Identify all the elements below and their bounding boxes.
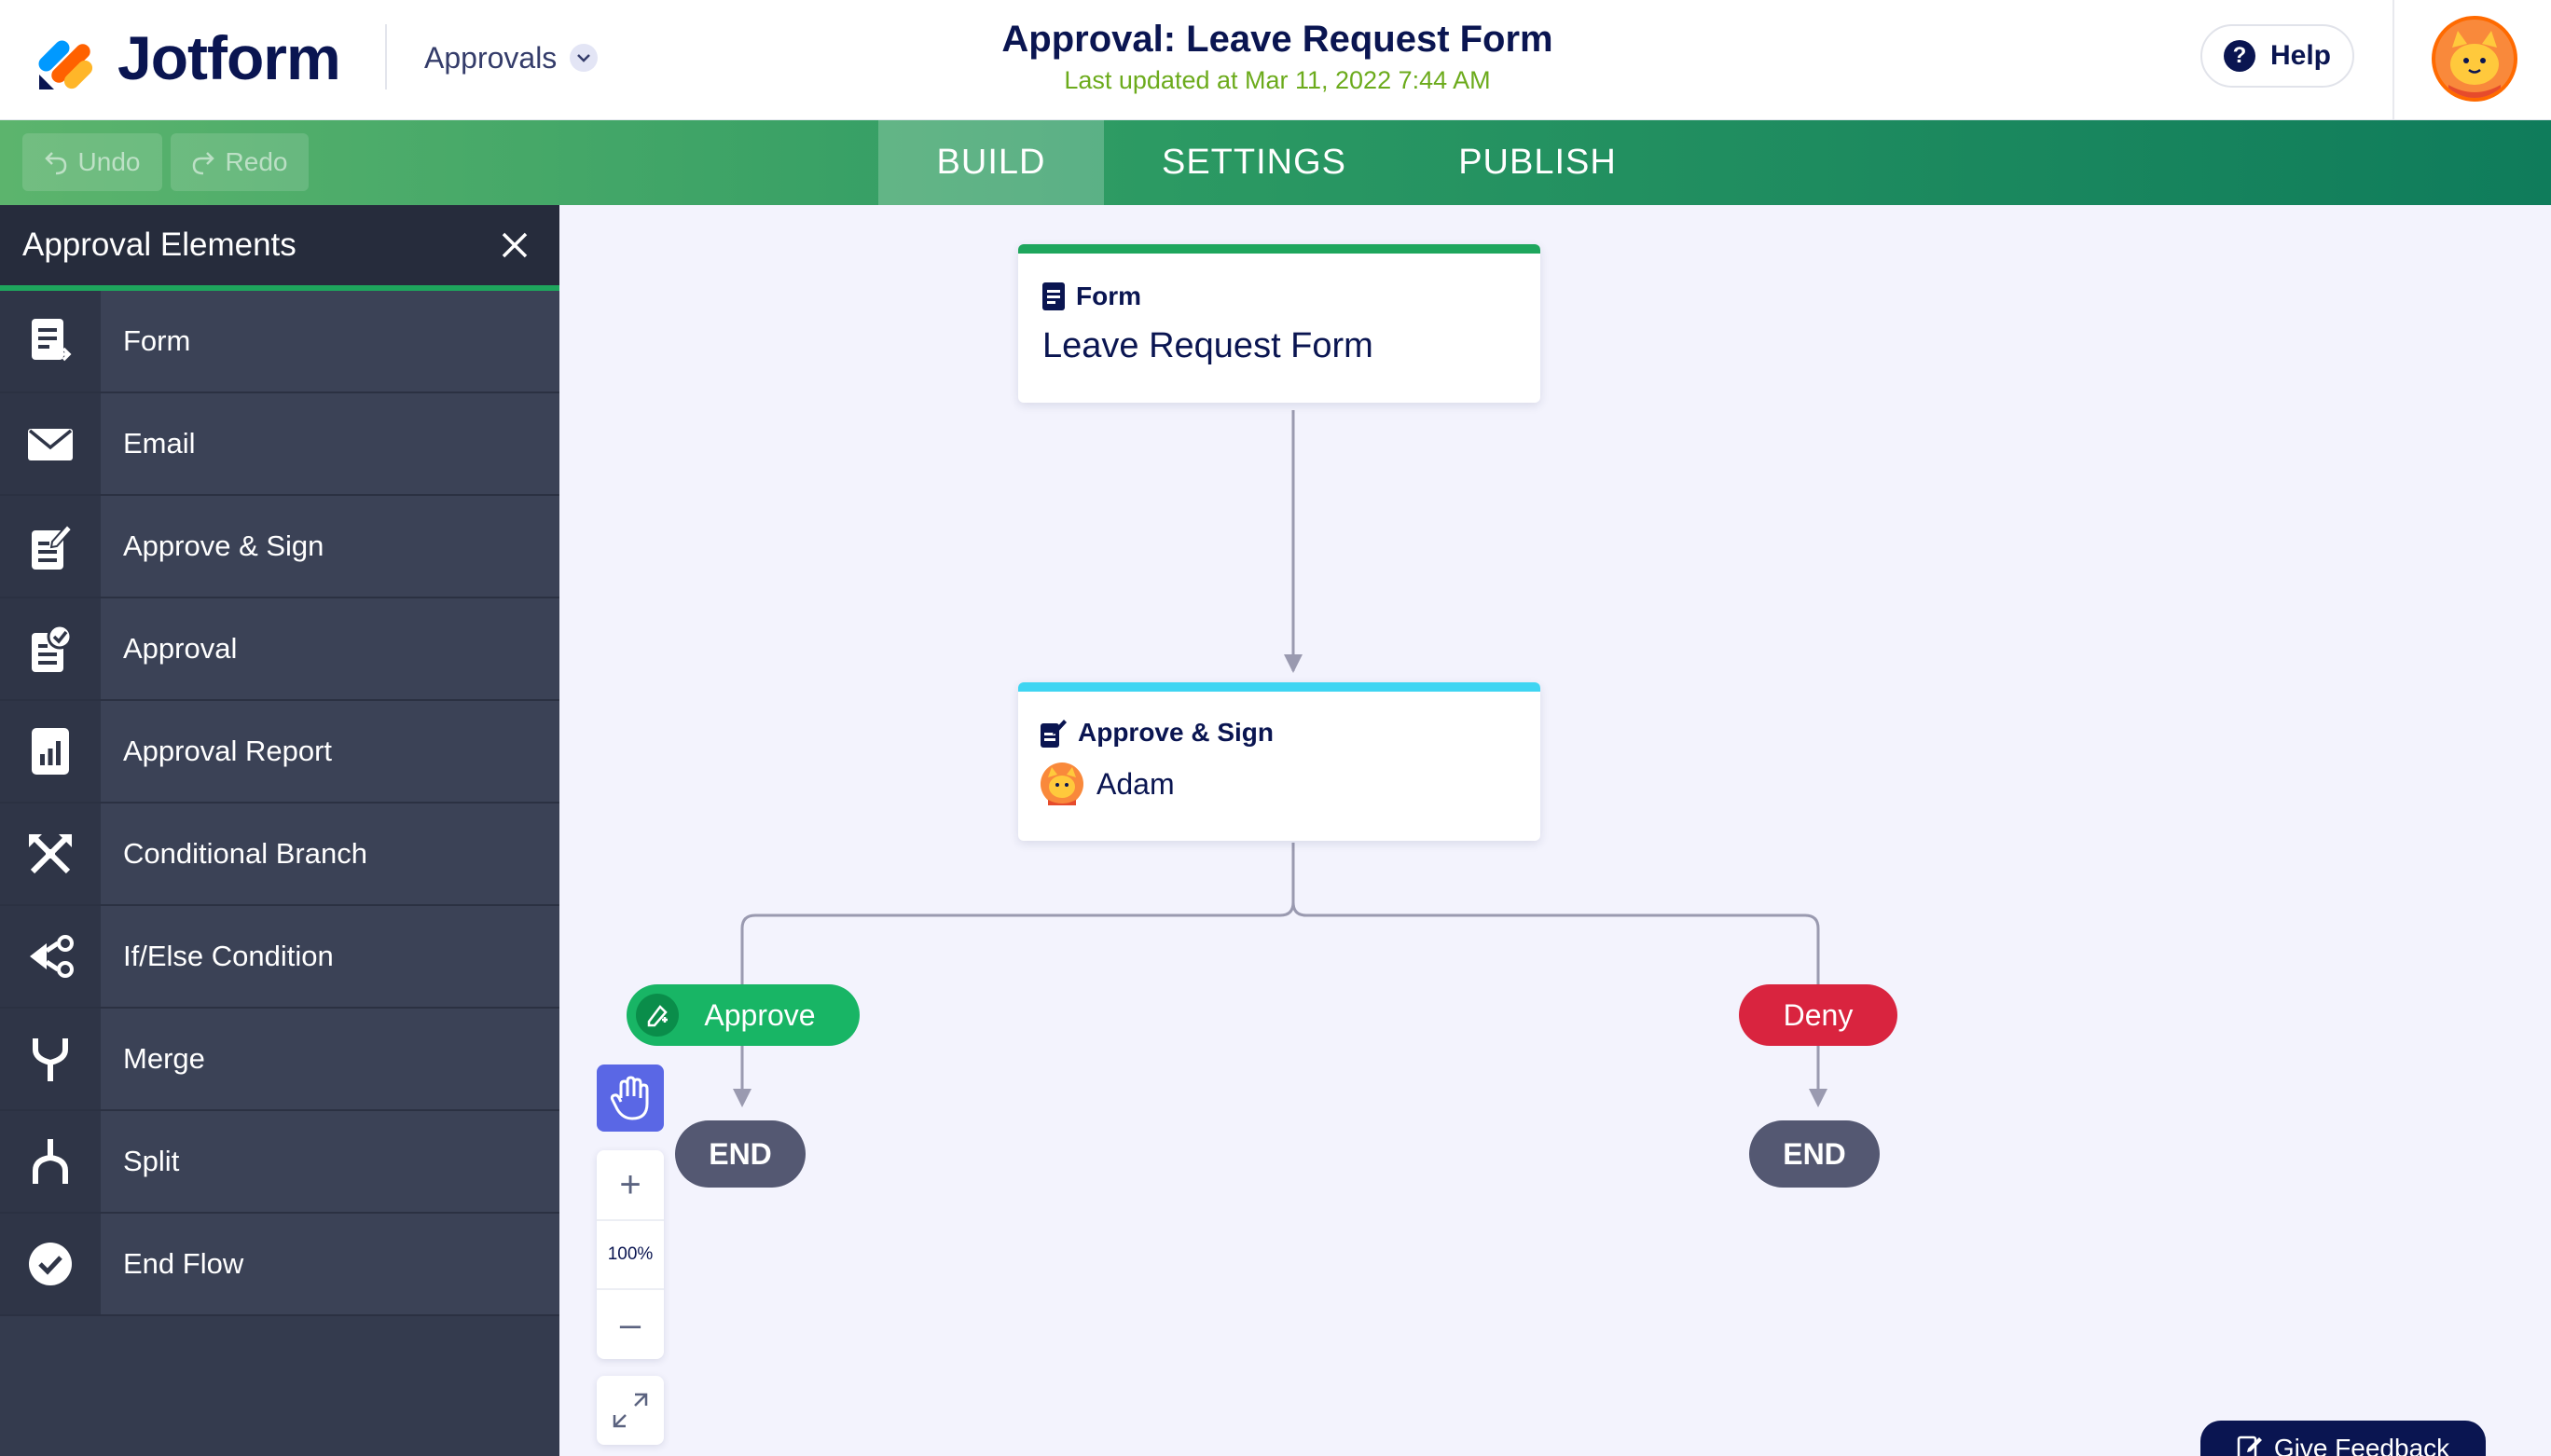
approval-elements-panel: Approval Elements Form Email Approve & S… — [0, 205, 559, 1456]
header-divider-right — [2392, 0, 2394, 119]
jotform-logo-icon[interactable] — [34, 26, 101, 93]
fit-to-screen-button[interactable] — [597, 1376, 664, 1445]
tab-build[interactable]: BUILD — [878, 120, 1104, 205]
if-else-icon — [0, 906, 101, 1007]
expand-icon — [613, 1393, 648, 1428]
flow-connectors — [733, 410, 1827, 1107]
approve-sign-node-header: Approve & Sign — [1018, 692, 1540, 748]
page-title[interactable]: Approval: Leave Request Form — [839, 15, 1716, 63]
question-mark-icon: ? — [2223, 40, 2255, 72]
sidebar-item-approval[interactable]: Approval — [0, 598, 559, 701]
approve-branch-text: Approve — [704, 997, 816, 1032]
pan-hand-button[interactable] — [597, 1065, 664, 1132]
last-updated-text: Last updated at Mar 11, 2022 7:44 AM — [1064, 66, 1491, 94]
sidebar-item-label: Approval Report — [101, 701, 559, 802]
split-icon — [0, 1111, 101, 1212]
sidebar-item-label: Merge — [101, 1009, 559, 1109]
chevron-down-icon — [570, 44, 599, 72]
sidebar-item-form[interactable]: Form — [0, 291, 559, 393]
deny-branch-label[interactable]: Deny — [1739, 984, 1897, 1046]
assignee-row: Adam — [1018, 748, 1540, 805]
help-button-label: Help — [2269, 40, 2331, 71]
approve-branch-label[interactable]: Approve — [627, 984, 860, 1046]
sidebar-item-approve-sign[interactable]: Approve & Sign — [0, 496, 559, 598]
sidebar-item-end-flow[interactable]: End Flow — [0, 1214, 559, 1316]
approve-sign-icon — [0, 496, 101, 597]
undo-icon — [44, 152, 66, 175]
sidebar-item-approval-report[interactable]: Approval Report — [0, 701, 559, 804]
undo-label: Undo — [77, 147, 141, 176]
approvals-dropdown[interactable]: Approvals — [424, 35, 599, 80]
sidebar-item-label: Form — [101, 291, 559, 391]
sidebar-item-label: Conditional Branch — [101, 804, 559, 904]
top-header: Jotform Approvals Approval: Leave Reques… — [0, 0, 2551, 120]
sidebar-item-label: If/Else Condition — [101, 906, 559, 1007]
zoom-out-button[interactable]: – — [597, 1290, 664, 1359]
sidebar-item-merge[interactable]: Merge — [0, 1009, 559, 1111]
end-node-approve[interactable]: END — [675, 1120, 806, 1188]
builder-toolbar: Undo Redo BUILD SETTINGS PUBLISH — [0, 120, 2551, 205]
sidebar-item-email[interactable]: Email — [0, 393, 559, 496]
approve-sign-node[interactable]: Approve & Sign Adam — [1018, 682, 1540, 841]
form-node-type-label: Form — [1076, 282, 1141, 310]
sidebar-item-split[interactable]: Split — [0, 1111, 559, 1214]
flow-canvas[interactable]: Form Leave Request Form Approve & Sign A… — [559, 205, 2551, 1456]
redo-icon — [192, 152, 214, 175]
panel-title: Approval Elements — [22, 227, 296, 263]
branch-icon — [0, 804, 101, 904]
form-node-accent-bar — [1018, 244, 1540, 254]
redo-button[interactable]: Redo — [171, 133, 309, 191]
tab-publish[interactable]: PUBLISH — [1408, 120, 1667, 205]
sidebar-item-label: End Flow — [101, 1214, 559, 1314]
hand-icon — [610, 1076, 649, 1120]
form-icon — [0, 291, 101, 391]
merge-icon — [0, 1009, 101, 1109]
sidebar-item-label: Split — [101, 1111, 559, 1212]
give-feedback-label: Give Feedback — [2273, 1434, 2450, 1456]
approve-sign-node-accent-bar — [1018, 682, 1540, 692]
form-node-header: Form — [1018, 254, 1540, 311]
form-node[interactable]: Form Leave Request Form — [1018, 244, 1540, 403]
approvals-dropdown-label: Approvals — [424, 40, 558, 75]
sidebar-item-label: Approve & Sign — [101, 496, 559, 597]
check-circle-icon — [0, 1214, 101, 1314]
zoom-level: 100% — [597, 1219, 664, 1290]
report-icon — [0, 701, 101, 802]
zoom-in-button[interactable]: + — [597, 1150, 664, 1219]
sidebar-item-if-else[interactable]: If/Else Condition — [0, 906, 559, 1009]
assignee-name: Adam — [1096, 766, 1175, 801]
user-avatar[interactable] — [2432, 16, 2517, 102]
envelope-icon — [0, 393, 101, 494]
undo-button[interactable]: Undo — [22, 133, 162, 191]
approval-icon — [0, 598, 101, 699]
approve-branch-icon — [636, 994, 679, 1037]
sidebar-item-label: Email — [101, 393, 559, 494]
end-node-deny[interactable]: END — [1749, 1120, 1880, 1188]
form-icon — [1042, 282, 1065, 310]
document-title-block: Approval: Leave Request Form Last update… — [839, 15, 1716, 97]
tab-settings[interactable]: SETTINGS — [1128, 120, 1380, 205]
cat-avatar-icon — [2435, 20, 2514, 98]
assignee-avatar — [1041, 762, 1083, 805]
brand-name[interactable]: Jotform — [117, 21, 341, 95]
sidebar-item-conditional-branch[interactable]: Conditional Branch — [0, 804, 559, 906]
panel-header: Approval Elements — [0, 205, 559, 291]
close-icon[interactable] — [496, 227, 533, 264]
help-button[interactable]: ? Help — [2200, 24, 2354, 88]
header-divider — [385, 24, 387, 89]
sidebar-item-label: Approval — [101, 598, 559, 699]
form-node-name: Leave Request Form — [1042, 326, 1373, 365]
zoom-controls: + 100% – — [597, 1150, 664, 1359]
give-feedback-button[interactable]: Give Feedback — [2200, 1421, 2486, 1456]
redo-label: Redo — [225, 147, 288, 176]
approve-sign-node-type-label: Approve & Sign — [1078, 718, 1275, 747]
approve-sign-icon — [1041, 720, 1067, 748]
feedback-edit-icon — [2237, 1435, 2262, 1456]
